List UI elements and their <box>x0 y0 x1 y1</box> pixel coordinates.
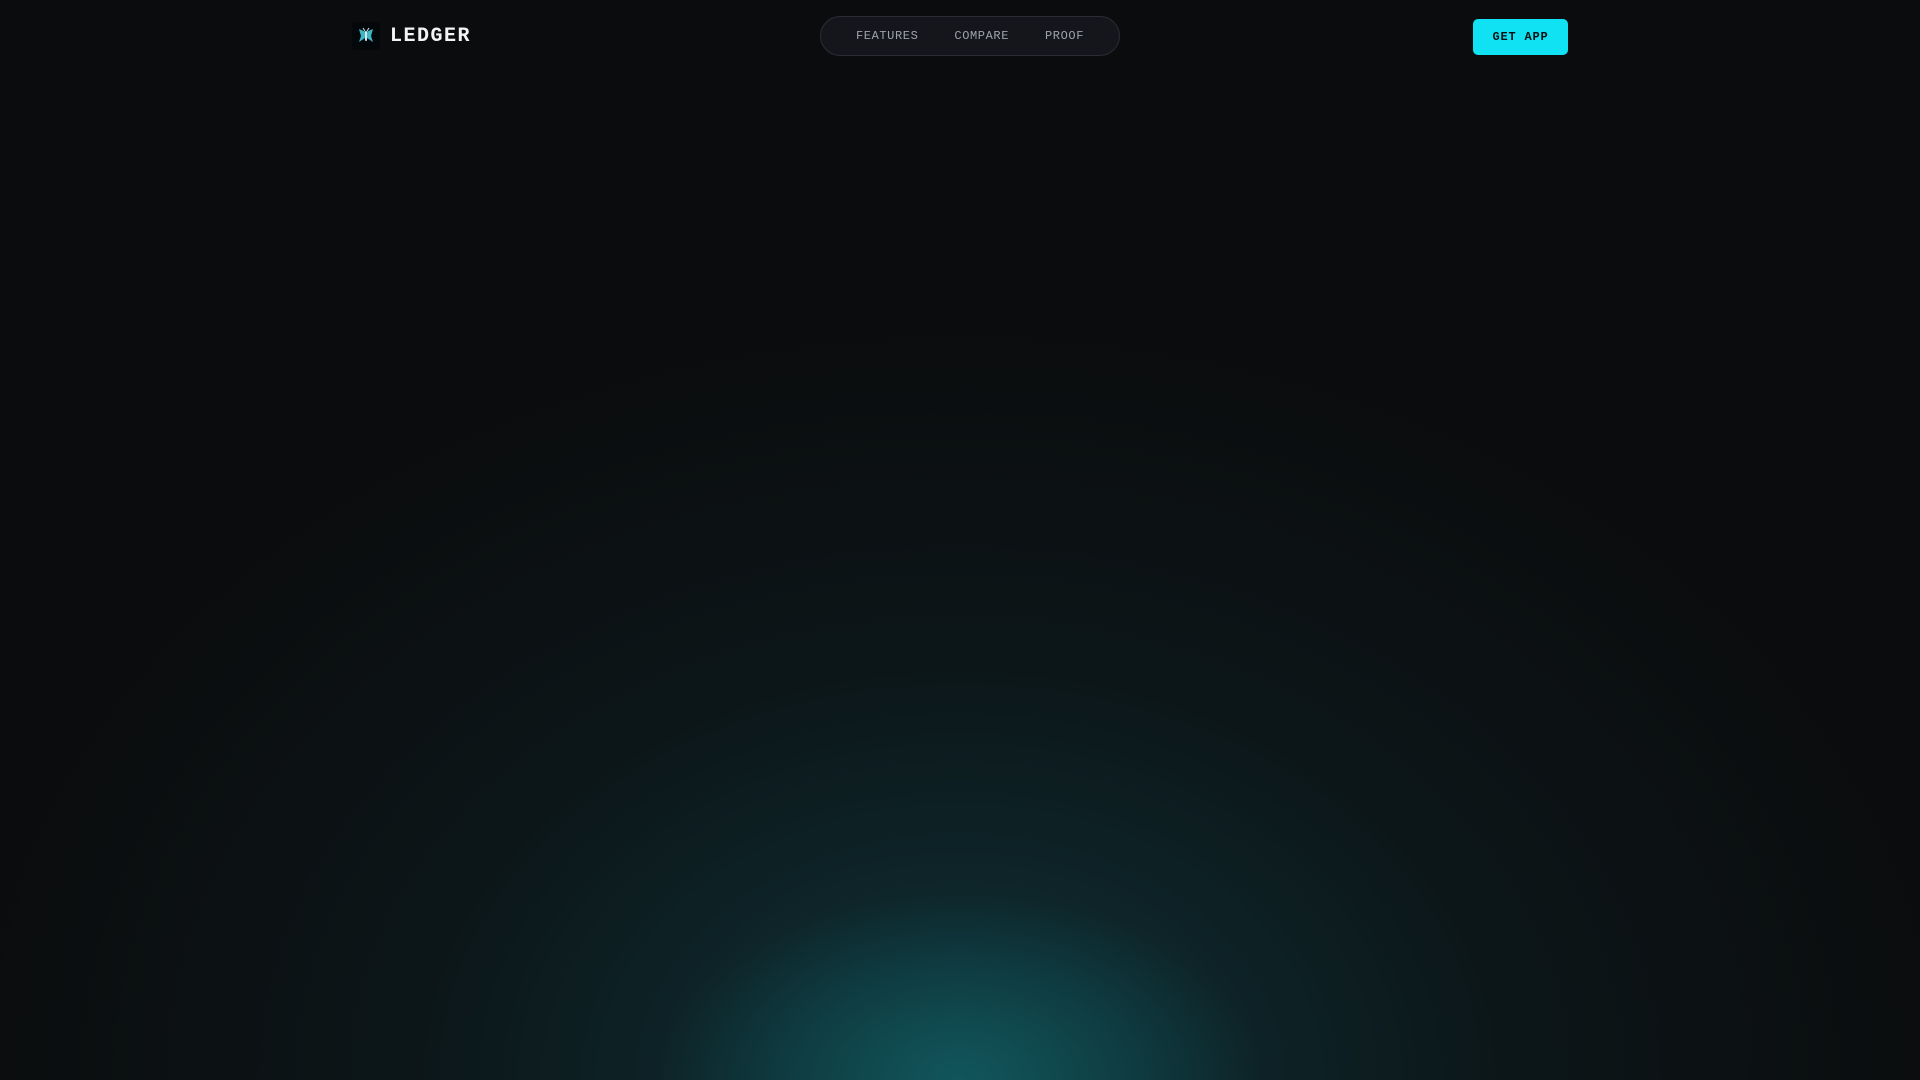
main-nav: FEATURES COMPARE PROOF <box>820 16 1120 56</box>
moth-logo-icon <box>352 22 380 50</box>
brand-home-link[interactable]: LEDGER <box>352 22 471 50</box>
nav-item-proof[interactable]: PROOF <box>1031 23 1098 49</box>
site-header: LEDGER FEATURES COMPARE PROOF GET APP <box>0 0 1920 72</box>
brand-name: LEDGER <box>390 24 472 48</box>
nav-item-features[interactable]: FEATURES <box>842 23 932 49</box>
hero-background-glow <box>0 0 1920 1080</box>
get-app-button[interactable]: GET APP <box>1473 19 1568 55</box>
nav-item-compare[interactable]: COMPARE <box>940 23 1023 49</box>
